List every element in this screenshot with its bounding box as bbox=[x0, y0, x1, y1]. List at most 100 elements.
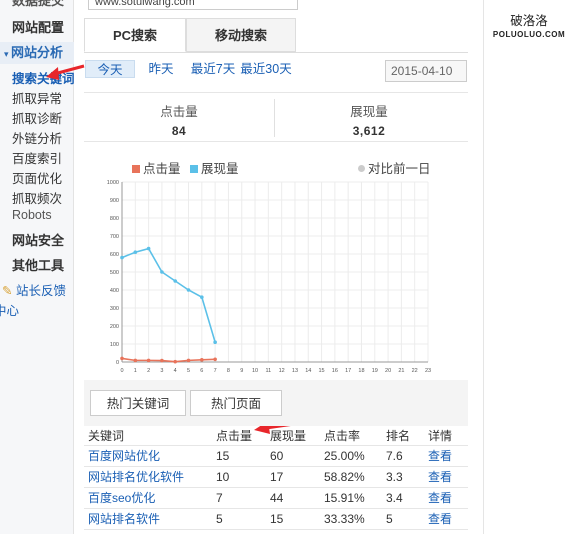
sidebar-item-robots[interactable]: Robots bbox=[12, 208, 74, 222]
time-tab-yesterday[interactable]: 昨天 bbox=[140, 60, 182, 78]
tab-underline bbox=[84, 52, 468, 53]
feedback-center-label[interactable]: 中心 bbox=[0, 300, 19, 319]
tab-mobile-search[interactable]: 移动搜索 bbox=[186, 18, 296, 52]
tab-hot-pages[interactable]: 热门页面 bbox=[190, 390, 282, 416]
header-keyword[interactable]: 关键词 bbox=[84, 427, 212, 446]
logo-cn-text: 破洛洛 bbox=[510, 14, 548, 28]
detail-link[interactable]: 查看 bbox=[428, 449, 452, 463]
sidebar-item-feedback[interactable]: ✎ 站长反馈 bbox=[2, 280, 66, 299]
cell-clicks: 10 bbox=[212, 466, 266, 488]
table-row: 网站排名优化软件 10 17 58.82% 3.3 查看 bbox=[84, 466, 468, 488]
x-tick-label: 15 bbox=[319, 368, 325, 374]
x-tick-label: 9 bbox=[240, 368, 243, 374]
cell-rank: 7.6 bbox=[382, 445, 424, 467]
table-row: 百度seo优化 7 44 15.91% 3.4 查看 bbox=[84, 487, 468, 509]
chart-legend: 点击量 展现量 对比前一日 bbox=[130, 158, 431, 176]
detail-link[interactable]: 查看 bbox=[428, 491, 452, 505]
cell-rank: 5 bbox=[382, 508, 424, 530]
cell-rank: 3.4 bbox=[382, 487, 424, 509]
impressions-point bbox=[146, 246, 151, 251]
table-row: 网站排名软件 5 15 33.33% 5 查看 bbox=[84, 508, 468, 530]
stat-impressions-value: 3,612 bbox=[352, 124, 386, 138]
tab-hot-keywords[interactable]: 热门关键词 bbox=[90, 390, 186, 416]
impressions-point bbox=[133, 250, 138, 254]
detail-link[interactable]: 查看 bbox=[428, 470, 452, 484]
legend-dot-compare bbox=[358, 165, 365, 172]
sidebar-item-crawl-diagnosis[interactable]: 抓取诊断 bbox=[12, 108, 74, 127]
clicks-point bbox=[173, 359, 178, 364]
x-tick-label: 5 bbox=[187, 368, 190, 374]
cell-impressions: 44 bbox=[266, 487, 320, 509]
sidebar-item-external-links[interactable]: 外链分析 bbox=[12, 128, 74, 147]
keyword-link[interactable]: 百度seo优化 bbox=[88, 491, 155, 505]
y-tick-label: 400 bbox=[110, 288, 119, 294]
sidebar-section-security[interactable]: 网站安全 bbox=[0, 229, 64, 253]
y-tick-label: 1000 bbox=[107, 180, 119, 186]
sidebar-item-crawl-errors[interactable]: 抓取异常 bbox=[12, 88, 74, 107]
feedback-label: 站长反馈 bbox=[15, 284, 66, 298]
x-tick-label: 3 bbox=[160, 368, 163, 374]
sidebar-item-page-optimization[interactable]: 页面优化 bbox=[12, 168, 74, 187]
clicks-point bbox=[213, 357, 217, 362]
header-impressions[interactable]: 展现量 bbox=[266, 427, 320, 446]
x-tick-label: 2 bbox=[147, 368, 150, 374]
table-header-row: 关键词 点击量 展现量 点击率 排名 详情 bbox=[84, 427, 468, 446]
time-tab-7days[interactable]: 最近7天 bbox=[188, 60, 238, 78]
sidebar-section-label: 网站分析 bbox=[11, 45, 64, 60]
site-url-field[interactable]: www.sotuiwang.com bbox=[88, 0, 298, 10]
x-tick-label: 21 bbox=[398, 368, 404, 374]
x-tick-label: 6 bbox=[200, 368, 203, 374]
y-tick-label: 500 bbox=[110, 270, 119, 276]
date-picker[interactable]: 2015-04-10 bbox=[385, 60, 467, 82]
x-tick-label: 14 bbox=[305, 368, 311, 374]
site-logo: 破洛洛 POLUOLUO.COM bbox=[490, 10, 568, 39]
sub-tabs: 热门关键词 热门页面 bbox=[84, 380, 468, 426]
sidebar-item-crawl-frequency[interactable]: 抓取频次 bbox=[12, 188, 74, 207]
x-tick-label: 16 bbox=[332, 368, 338, 374]
sidebar-item-baidu-index[interactable]: 百度索引 bbox=[12, 148, 74, 167]
sidebar-section-config[interactable]: 网站配置 bbox=[0, 16, 64, 40]
y-tick-label: 300 bbox=[110, 306, 119, 312]
x-tick-label: 18 bbox=[358, 368, 364, 374]
x-tick-label: 10 bbox=[252, 368, 258, 374]
sidebar-section-tools[interactable]: 其他工具 bbox=[0, 254, 64, 278]
stats-summary: 点击量 84 展现量 3,612 bbox=[84, 92, 468, 142]
cell-clicks: 5 bbox=[212, 508, 266, 530]
stat-clicks: 点击量 84 bbox=[84, 93, 274, 138]
keyword-link[interactable]: 网站排名优化软件 bbox=[88, 470, 184, 484]
y-tick-label: 100 bbox=[110, 342, 119, 348]
cell-impressions: 15 bbox=[266, 508, 320, 530]
impressions-point bbox=[186, 288, 191, 292]
impressions-point bbox=[173, 279, 178, 283]
stat-clicks-label: 点击量 bbox=[160, 105, 198, 119]
x-tick-label: 13 bbox=[292, 368, 298, 374]
x-tick-label: 12 bbox=[279, 368, 285, 374]
cell-rank: 3.3 bbox=[382, 466, 424, 488]
cell-clicks: 7 bbox=[212, 487, 266, 509]
y-tick-label: 0 bbox=[116, 360, 119, 366]
header-rank[interactable]: 排名 bbox=[382, 427, 424, 446]
x-tick-label: 1 bbox=[134, 368, 137, 374]
clicks-point bbox=[146, 358, 151, 363]
detail-link[interactable]: 查看 bbox=[428, 512, 452, 526]
impressions-point bbox=[160, 270, 164, 274]
keyword-link[interactable]: 百度网站优化 bbox=[88, 449, 160, 463]
header-ctr[interactable]: 点击率 bbox=[320, 427, 382, 446]
time-tab-today[interactable]: 今天 bbox=[85, 60, 135, 78]
annotation-arrow-sidebar bbox=[46, 64, 85, 80]
header-clicks[interactable]: 点击量 bbox=[212, 427, 266, 446]
x-tick-label: 20 bbox=[385, 368, 391, 374]
stat-impressions-label: 展现量 bbox=[350, 105, 388, 119]
sidebar-item-data-submit[interactable]: 数据提交 bbox=[12, 0, 64, 9]
keyword-link[interactable]: 网站排名软件 bbox=[88, 512, 160, 526]
time-tab-30days[interactable]: 最近30天 bbox=[238, 60, 294, 78]
y-tick-label: 700 bbox=[110, 234, 119, 240]
tab-pc-search[interactable]: PC搜索 bbox=[84, 18, 186, 52]
clicks-point bbox=[200, 358, 204, 362]
table-row: 百度网站优化 15 60 25.00% 7.6 查看 bbox=[84, 445, 468, 467]
x-tick-label: 0 bbox=[120, 368, 123, 374]
cell-clicks: 15 bbox=[212, 445, 266, 467]
x-tick-label: 4 bbox=[174, 368, 177, 374]
x-tick-label: 23 bbox=[425, 368, 431, 374]
cell-ctr: 58.82% bbox=[320, 466, 382, 488]
